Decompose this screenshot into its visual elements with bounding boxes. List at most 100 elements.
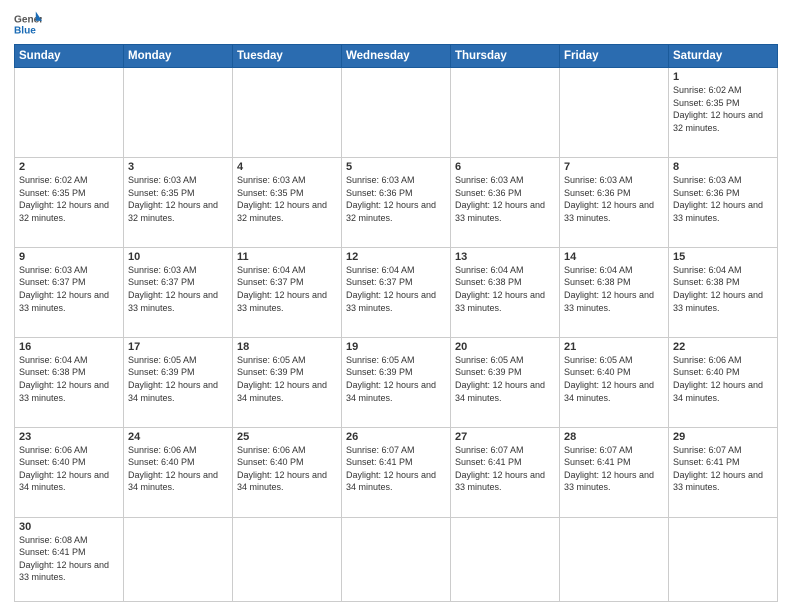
day-info: Sunrise: 6:03 AM Sunset: 6:36 PM Dayligh… [673, 174, 773, 224]
calendar-cell: 1Sunrise: 6:02 AM Sunset: 6:35 PM Daylig… [669, 68, 778, 158]
calendar-cell: 26Sunrise: 6:07 AM Sunset: 6:41 PM Dayli… [342, 427, 451, 517]
calendar-week-row: 23Sunrise: 6:06 AM Sunset: 6:40 PM Dayli… [15, 427, 778, 517]
header: General Blue [14, 10, 778, 38]
calendar-cell: 14Sunrise: 6:04 AM Sunset: 6:38 PM Dayli… [560, 247, 669, 337]
calendar-cell [15, 68, 124, 158]
calendar-cell: 7Sunrise: 6:03 AM Sunset: 6:36 PM Daylig… [560, 157, 669, 247]
weekday-header-friday: Friday [560, 45, 669, 68]
calendar-cell: 4Sunrise: 6:03 AM Sunset: 6:35 PM Daylig… [233, 157, 342, 247]
day-info: Sunrise: 6:03 AM Sunset: 6:36 PM Dayligh… [455, 174, 555, 224]
day-number: 28 [564, 431, 664, 443]
calendar-cell: 17Sunrise: 6:05 AM Sunset: 6:39 PM Dayli… [124, 337, 233, 427]
day-number: 17 [128, 341, 228, 353]
calendar-cell: 25Sunrise: 6:06 AM Sunset: 6:40 PM Dayli… [233, 427, 342, 517]
calendar-cell: 29Sunrise: 6:07 AM Sunset: 6:41 PM Dayli… [669, 427, 778, 517]
calendar-table: SundayMondayTuesdayWednesdayThursdayFrid… [14, 44, 778, 602]
weekday-header-tuesday: Tuesday [233, 45, 342, 68]
calendar-cell: 19Sunrise: 6:05 AM Sunset: 6:39 PM Dayli… [342, 337, 451, 427]
day-number: 9 [19, 251, 119, 263]
calendar-cell [342, 517, 451, 601]
day-number: 12 [346, 251, 446, 263]
day-number: 5 [346, 161, 446, 173]
day-info: Sunrise: 6:04 AM Sunset: 6:37 PM Dayligh… [237, 264, 337, 314]
day-number: 6 [455, 161, 555, 173]
calendar-cell: 21Sunrise: 6:05 AM Sunset: 6:40 PM Dayli… [560, 337, 669, 427]
day-info: Sunrise: 6:03 AM Sunset: 6:36 PM Dayligh… [346, 174, 446, 224]
day-number: 22 [673, 341, 773, 353]
day-info: Sunrise: 6:06 AM Sunset: 6:40 PM Dayligh… [237, 444, 337, 494]
calendar-cell: 9Sunrise: 6:03 AM Sunset: 6:37 PM Daylig… [15, 247, 124, 337]
calendar-cell [124, 517, 233, 601]
day-number: 20 [455, 341, 555, 353]
calendar-cell: 12Sunrise: 6:04 AM Sunset: 6:37 PM Dayli… [342, 247, 451, 337]
calendar-cell [124, 68, 233, 158]
calendar-cell: 11Sunrise: 6:04 AM Sunset: 6:37 PM Dayli… [233, 247, 342, 337]
weekday-header-monday: Monday [124, 45, 233, 68]
calendar-cell [342, 68, 451, 158]
calendar-cell: 3Sunrise: 6:03 AM Sunset: 6:35 PM Daylig… [124, 157, 233, 247]
weekday-header-wednesday: Wednesday [342, 45, 451, 68]
calendar-cell: 10Sunrise: 6:03 AM Sunset: 6:37 PM Dayli… [124, 247, 233, 337]
calendar-cell: 23Sunrise: 6:06 AM Sunset: 6:40 PM Dayli… [15, 427, 124, 517]
calendar-cell: 13Sunrise: 6:04 AM Sunset: 6:38 PM Dayli… [451, 247, 560, 337]
logo: General Blue [14, 10, 42, 38]
calendar-week-row: 2Sunrise: 6:02 AM Sunset: 6:35 PM Daylig… [15, 157, 778, 247]
calendar-week-row: 16Sunrise: 6:04 AM Sunset: 6:38 PM Dayli… [15, 337, 778, 427]
weekday-header-saturday: Saturday [669, 45, 778, 68]
calendar-cell: 16Sunrise: 6:04 AM Sunset: 6:38 PM Dayli… [15, 337, 124, 427]
day-number: 18 [237, 341, 337, 353]
calendar-cell: 28Sunrise: 6:07 AM Sunset: 6:41 PM Dayli… [560, 427, 669, 517]
weekday-header-sunday: Sunday [15, 45, 124, 68]
day-info: Sunrise: 6:03 AM Sunset: 6:35 PM Dayligh… [128, 174, 228, 224]
day-number: 8 [673, 161, 773, 173]
day-info: Sunrise: 6:03 AM Sunset: 6:36 PM Dayligh… [564, 174, 664, 224]
day-info: Sunrise: 6:03 AM Sunset: 6:37 PM Dayligh… [128, 264, 228, 314]
calendar-cell [451, 68, 560, 158]
calendar-cell: 22Sunrise: 6:06 AM Sunset: 6:40 PM Dayli… [669, 337, 778, 427]
day-info: Sunrise: 6:05 AM Sunset: 6:39 PM Dayligh… [128, 354, 228, 404]
day-number: 1 [673, 71, 773, 83]
day-number: 27 [455, 431, 555, 443]
calendar-cell: 2Sunrise: 6:02 AM Sunset: 6:35 PM Daylig… [15, 157, 124, 247]
calendar-cell [451, 517, 560, 601]
day-info: Sunrise: 6:06 AM Sunset: 6:40 PM Dayligh… [673, 354, 773, 404]
day-number: 13 [455, 251, 555, 263]
svg-text:Blue: Blue [14, 25, 36, 36]
day-info: Sunrise: 6:02 AM Sunset: 6:35 PM Dayligh… [673, 84, 773, 134]
day-number: 11 [237, 251, 337, 263]
day-number: 7 [564, 161, 664, 173]
day-info: Sunrise: 6:03 AM Sunset: 6:35 PM Dayligh… [237, 174, 337, 224]
calendar-cell: 24Sunrise: 6:06 AM Sunset: 6:40 PM Dayli… [124, 427, 233, 517]
calendar-week-row: 9Sunrise: 6:03 AM Sunset: 6:37 PM Daylig… [15, 247, 778, 337]
day-info: Sunrise: 6:07 AM Sunset: 6:41 PM Dayligh… [673, 444, 773, 494]
day-number: 3 [128, 161, 228, 173]
calendar-cell: 6Sunrise: 6:03 AM Sunset: 6:36 PM Daylig… [451, 157, 560, 247]
day-number: 10 [128, 251, 228, 263]
calendar-week-row: 1Sunrise: 6:02 AM Sunset: 6:35 PM Daylig… [15, 68, 778, 158]
day-info: Sunrise: 6:05 AM Sunset: 6:39 PM Dayligh… [346, 354, 446, 404]
day-info: Sunrise: 6:07 AM Sunset: 6:41 PM Dayligh… [346, 444, 446, 494]
day-info: Sunrise: 6:05 AM Sunset: 6:39 PM Dayligh… [455, 354, 555, 404]
day-info: Sunrise: 6:04 AM Sunset: 6:38 PM Dayligh… [19, 354, 119, 404]
calendar-cell [669, 517, 778, 601]
day-info: Sunrise: 6:04 AM Sunset: 6:38 PM Dayligh… [673, 264, 773, 314]
calendar-cell: 5Sunrise: 6:03 AM Sunset: 6:36 PM Daylig… [342, 157, 451, 247]
day-info: Sunrise: 6:03 AM Sunset: 6:37 PM Dayligh… [19, 264, 119, 314]
calendar-cell [233, 517, 342, 601]
day-number: 15 [673, 251, 773, 263]
page: General Blue SundayMondayTuesdayWednesda… [0, 0, 792, 612]
day-number: 4 [237, 161, 337, 173]
calendar-cell: 27Sunrise: 6:07 AM Sunset: 6:41 PM Dayli… [451, 427, 560, 517]
day-info: Sunrise: 6:08 AM Sunset: 6:41 PM Dayligh… [19, 534, 119, 584]
calendar-week-row: 30Sunrise: 6:08 AM Sunset: 6:41 PM Dayli… [15, 517, 778, 601]
calendar-cell [560, 68, 669, 158]
day-info: Sunrise: 6:06 AM Sunset: 6:40 PM Dayligh… [128, 444, 228, 494]
day-number: 23 [19, 431, 119, 443]
day-info: Sunrise: 6:04 AM Sunset: 6:38 PM Dayligh… [564, 264, 664, 314]
day-info: Sunrise: 6:02 AM Sunset: 6:35 PM Dayligh… [19, 174, 119, 224]
day-number: 19 [346, 341, 446, 353]
calendar-cell: 20Sunrise: 6:05 AM Sunset: 6:39 PM Dayli… [451, 337, 560, 427]
day-info: Sunrise: 6:06 AM Sunset: 6:40 PM Dayligh… [19, 444, 119, 494]
day-number: 26 [346, 431, 446, 443]
day-number: 30 [19, 521, 119, 533]
